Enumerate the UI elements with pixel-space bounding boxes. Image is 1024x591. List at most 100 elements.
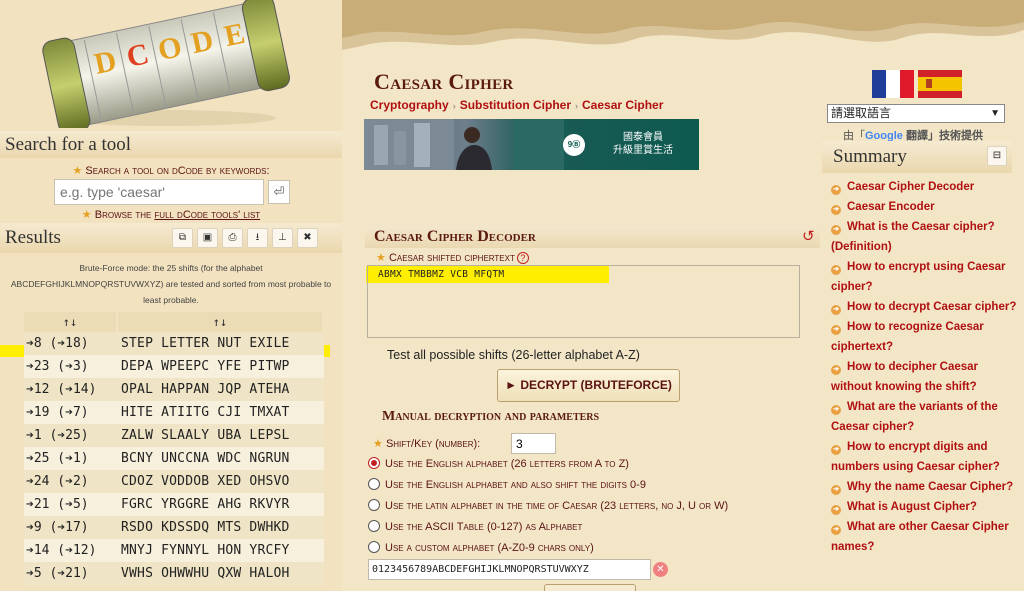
arrow-bullet-icon: ➔: [831, 265, 841, 275]
breadcrumb-caesar[interactable]: Caesar Cipher: [582, 98, 663, 112]
arrow-bullet-icon: ➔: [831, 305, 841, 315]
sort-text-column[interactable]: ↑↓: [118, 312, 322, 332]
results-note: Brute-Force mode: the 25 shifts (for the…: [10, 263, 332, 305]
page-title: Caesar Cipher: [374, 69, 514, 94]
results-table: ↑↓ ↑↓ ➔8 (➔18) STEP LETTER NUT EXILE ➔23 (…: [24, 312, 324, 585]
ciphertext-input[interactable]: ABMX TMBBMZ VCB MFQTM: [367, 265, 800, 338]
breadcrumb-separator-icon: ›: [575, 101, 579, 111]
option-custom-alphabet[interactable]: Use a custom alphabet (A-Z0-9 chars only…: [368, 541, 594, 554]
decoder-title: Caesar Cipher Decoder: [374, 228, 536, 245]
radio-icon[interactable]: [368, 478, 380, 490]
summary-item[interactable]: ➔ What are other Caesar Cipher names?: [831, 517, 1017, 557]
breadcrumb-cryptography[interactable]: Cryptography: [370, 98, 449, 112]
close-icon[interactable]: ✖: [297, 228, 318, 248]
table-row: ➔23 (➔3) DEPA WPEEPC YFE PITWP: [24, 355, 324, 378]
arrow-bullet-icon: ➔: [831, 405, 841, 415]
table-row: ➔12 (➔14) OPAL HAPPAN JQP ATEHA: [24, 378, 324, 401]
breadcrumb: Cryptography › Substitution Cipher › Caesar …: [370, 98, 663, 112]
summary-item[interactable]: ➔ Why the name Caesar Cipher?: [831, 477, 1017, 497]
browse-tools-line: ★ Browse the full dCode tools' list: [81, 209, 261, 221]
summary-item[interactable]: ➔ How to decrypt Caesar cipher?: [831, 297, 1017, 317]
decrypt-bruteforce-button[interactable]: ► DECRYPT (BRUTEFORCE): [497, 369, 680, 402]
arrow-bullet-icon: ➔: [831, 205, 841, 215]
results-toolbar: ⧉ ▣ ⎙ ⭳ ⊥ ✖: [172, 228, 318, 248]
shift-cell: ➔5 (➔21): [26, 566, 89, 581]
radio-icon[interactable]: [368, 541, 380, 553]
table-row: ➔25 (➔1) BCNY UNCCNA WDC NGRUN: [24, 447, 324, 470]
ad-logo-icon: 9Ⓑ: [563, 134, 585, 156]
summary-item[interactable]: ➔ How to encrypt using Caesar cipher?: [831, 257, 1017, 297]
shift-cell: ➔12 (➔14): [26, 382, 97, 397]
arrow-bullet-icon: ➔: [831, 185, 841, 195]
table-row: ➔21 (➔5) FGRC YRGGRE AHG RKVYR: [24, 493, 324, 516]
arrow-bullet-icon: ➔: [831, 485, 841, 495]
custom-alphabet-input[interactable]: [368, 559, 651, 580]
radio-icon[interactable]: [368, 520, 380, 532]
shift-cell: ➔8 (➔18): [26, 336, 89, 351]
radio-selected-icon[interactable]: [368, 457, 380, 469]
chevron-down-icon: ▼: [990, 108, 1000, 119]
radio-icon[interactable]: [368, 499, 380, 511]
results-header: Results ⧉ ▣ ⎙ ⭳ ⊥ ✖: [0, 223, 342, 253]
pin-icon[interactable]: ⊥: [272, 228, 293, 248]
summary-item-label: Caesar Encoder: [847, 201, 935, 213]
language-select[interactable]: 請選取語言 ▼: [827, 104, 1005, 123]
summary-heading: Summary: [833, 146, 907, 167]
summary-item[interactable]: ➔ What is the Caesar cipher? (Definition): [831, 217, 1017, 257]
search-input[interactable]: [54, 179, 264, 205]
option-english-alphabet[interactable]: Use the English alphabet (26 letters fro…: [368, 457, 629, 470]
option-ascii-table[interactable]: Use the ASCII Table (0-127) as Alphabet: [368, 520, 582, 533]
plaintext-cell: FGRC YRGGRE AHG RKVYR: [121, 497, 290, 512]
shift-cell: ➔21 (➔5): [26, 497, 89, 512]
arrow-bullet-icon: ➔: [831, 445, 841, 455]
summary-item-label: How to encrypt using Caesar cipher?: [831, 261, 1006, 293]
summary-item[interactable]: ➔ What are the variants of the Caesar cip…: [831, 397, 1017, 437]
print-icon[interactable]: ⎙: [222, 228, 243, 248]
summary-item[interactable]: ➔ How to encrypt digits and numbers using…: [831, 437, 1017, 477]
option-latin-alphabet[interactable]: Use the latin alphabet in the time of Ca…: [368, 499, 728, 512]
spanish-flag-icon[interactable]: [918, 70, 962, 98]
summary-item-label: How to decrypt Caesar cipher?: [847, 301, 1017, 313]
shift-input[interactable]: [511, 433, 556, 454]
collapse-icon[interactable]: ⊟: [987, 146, 1007, 166]
full-tools-list-link[interactable]: full dCode tools' list: [154, 209, 260, 221]
breadcrumb-substitution[interactable]: Substitution Cipher: [460, 98, 571, 112]
save-icon[interactable]: ▣: [197, 228, 218, 248]
shift-cell: ➔19 (➔7): [26, 405, 89, 420]
summary-item[interactable]: ➔ Caesar Cipher Decoder: [831, 177, 1017, 197]
search-submit-icon[interactable]: ⏎: [268, 180, 290, 204]
download-icon[interactable]: ⭳: [247, 228, 268, 248]
manual-decryption-title: Manual decryption and parameters: [382, 409, 600, 424]
clear-icon[interactable]: ✕: [653, 562, 668, 577]
summary-item[interactable]: ➔ How to recognize Caesar ciphertext?: [831, 317, 1017, 357]
parchment-edge: [342, 0, 1024, 50]
plaintext-cell: OPAL HAPPAN JQP ATEHA: [121, 382, 290, 397]
copy-icon[interactable]: ⧉: [172, 228, 193, 248]
plaintext-cell: RSDO KDSSDQ MTS DWHKD: [121, 520, 290, 535]
table-row: ➔24 (➔2) CDOZ VODDOB XED OHSVO: [24, 470, 324, 493]
shift-cell: ➔1 (➔25): [26, 428, 89, 443]
french-flag-icon[interactable]: [872, 70, 914, 98]
summary-item[interactable]: ➔ Caesar Encoder: [831, 197, 1017, 217]
option-english-digits[interactable]: Use the English alphabet and also shift …: [368, 478, 646, 491]
results-heading: Results: [5, 227, 61, 248]
breadcrumb-separator-icon: ›: [452, 101, 456, 111]
refresh-icon[interactable]: ↺: [802, 227, 815, 245]
summary-item[interactable]: ➔ How to decipher Caesar without knowing …: [831, 357, 1017, 397]
summary-item-label: How to recognize Caesar ciphertext?: [831, 321, 984, 353]
arrow-bullet-icon: ➔: [831, 325, 841, 335]
table-row: ➔9 (➔17) RSDO KDSSDQ MTS DWHKD: [24, 516, 324, 539]
table-row: ➔5 (➔21) VWHS OHWWHU QXW HALOH: [24, 562, 324, 585]
dcode-logo[interactable]: D C O D E: [28, 0, 298, 128]
plaintext-cell: MNYJ FYNNYL HON YRCFY: [121, 543, 290, 558]
plaintext-cell: ZALW SLAALY UBA LEPSL: [121, 428, 290, 443]
arrow-bullet-icon: ➔: [831, 525, 841, 535]
results-table-header: ↑↓ ↑↓: [24, 312, 324, 332]
summary-item-label: What are the variants of the Caesar ciph…: [831, 401, 998, 433]
sort-shift-column[interactable]: ↑↓: [24, 312, 116, 332]
summary-item[interactable]: ➔ What is August Cipher?: [831, 497, 1017, 517]
summary-item-label: What is the Caesar cipher? (Definition): [831, 221, 995, 253]
help-icon[interactable]: ?: [516, 252, 529, 264]
summary-list: ➔ Caesar Cipher Decoder ➔ Caesar Encoder ➔ Wh…: [831, 177, 1017, 557]
encrypt-button-partial[interactable]: [544, 584, 636, 591]
